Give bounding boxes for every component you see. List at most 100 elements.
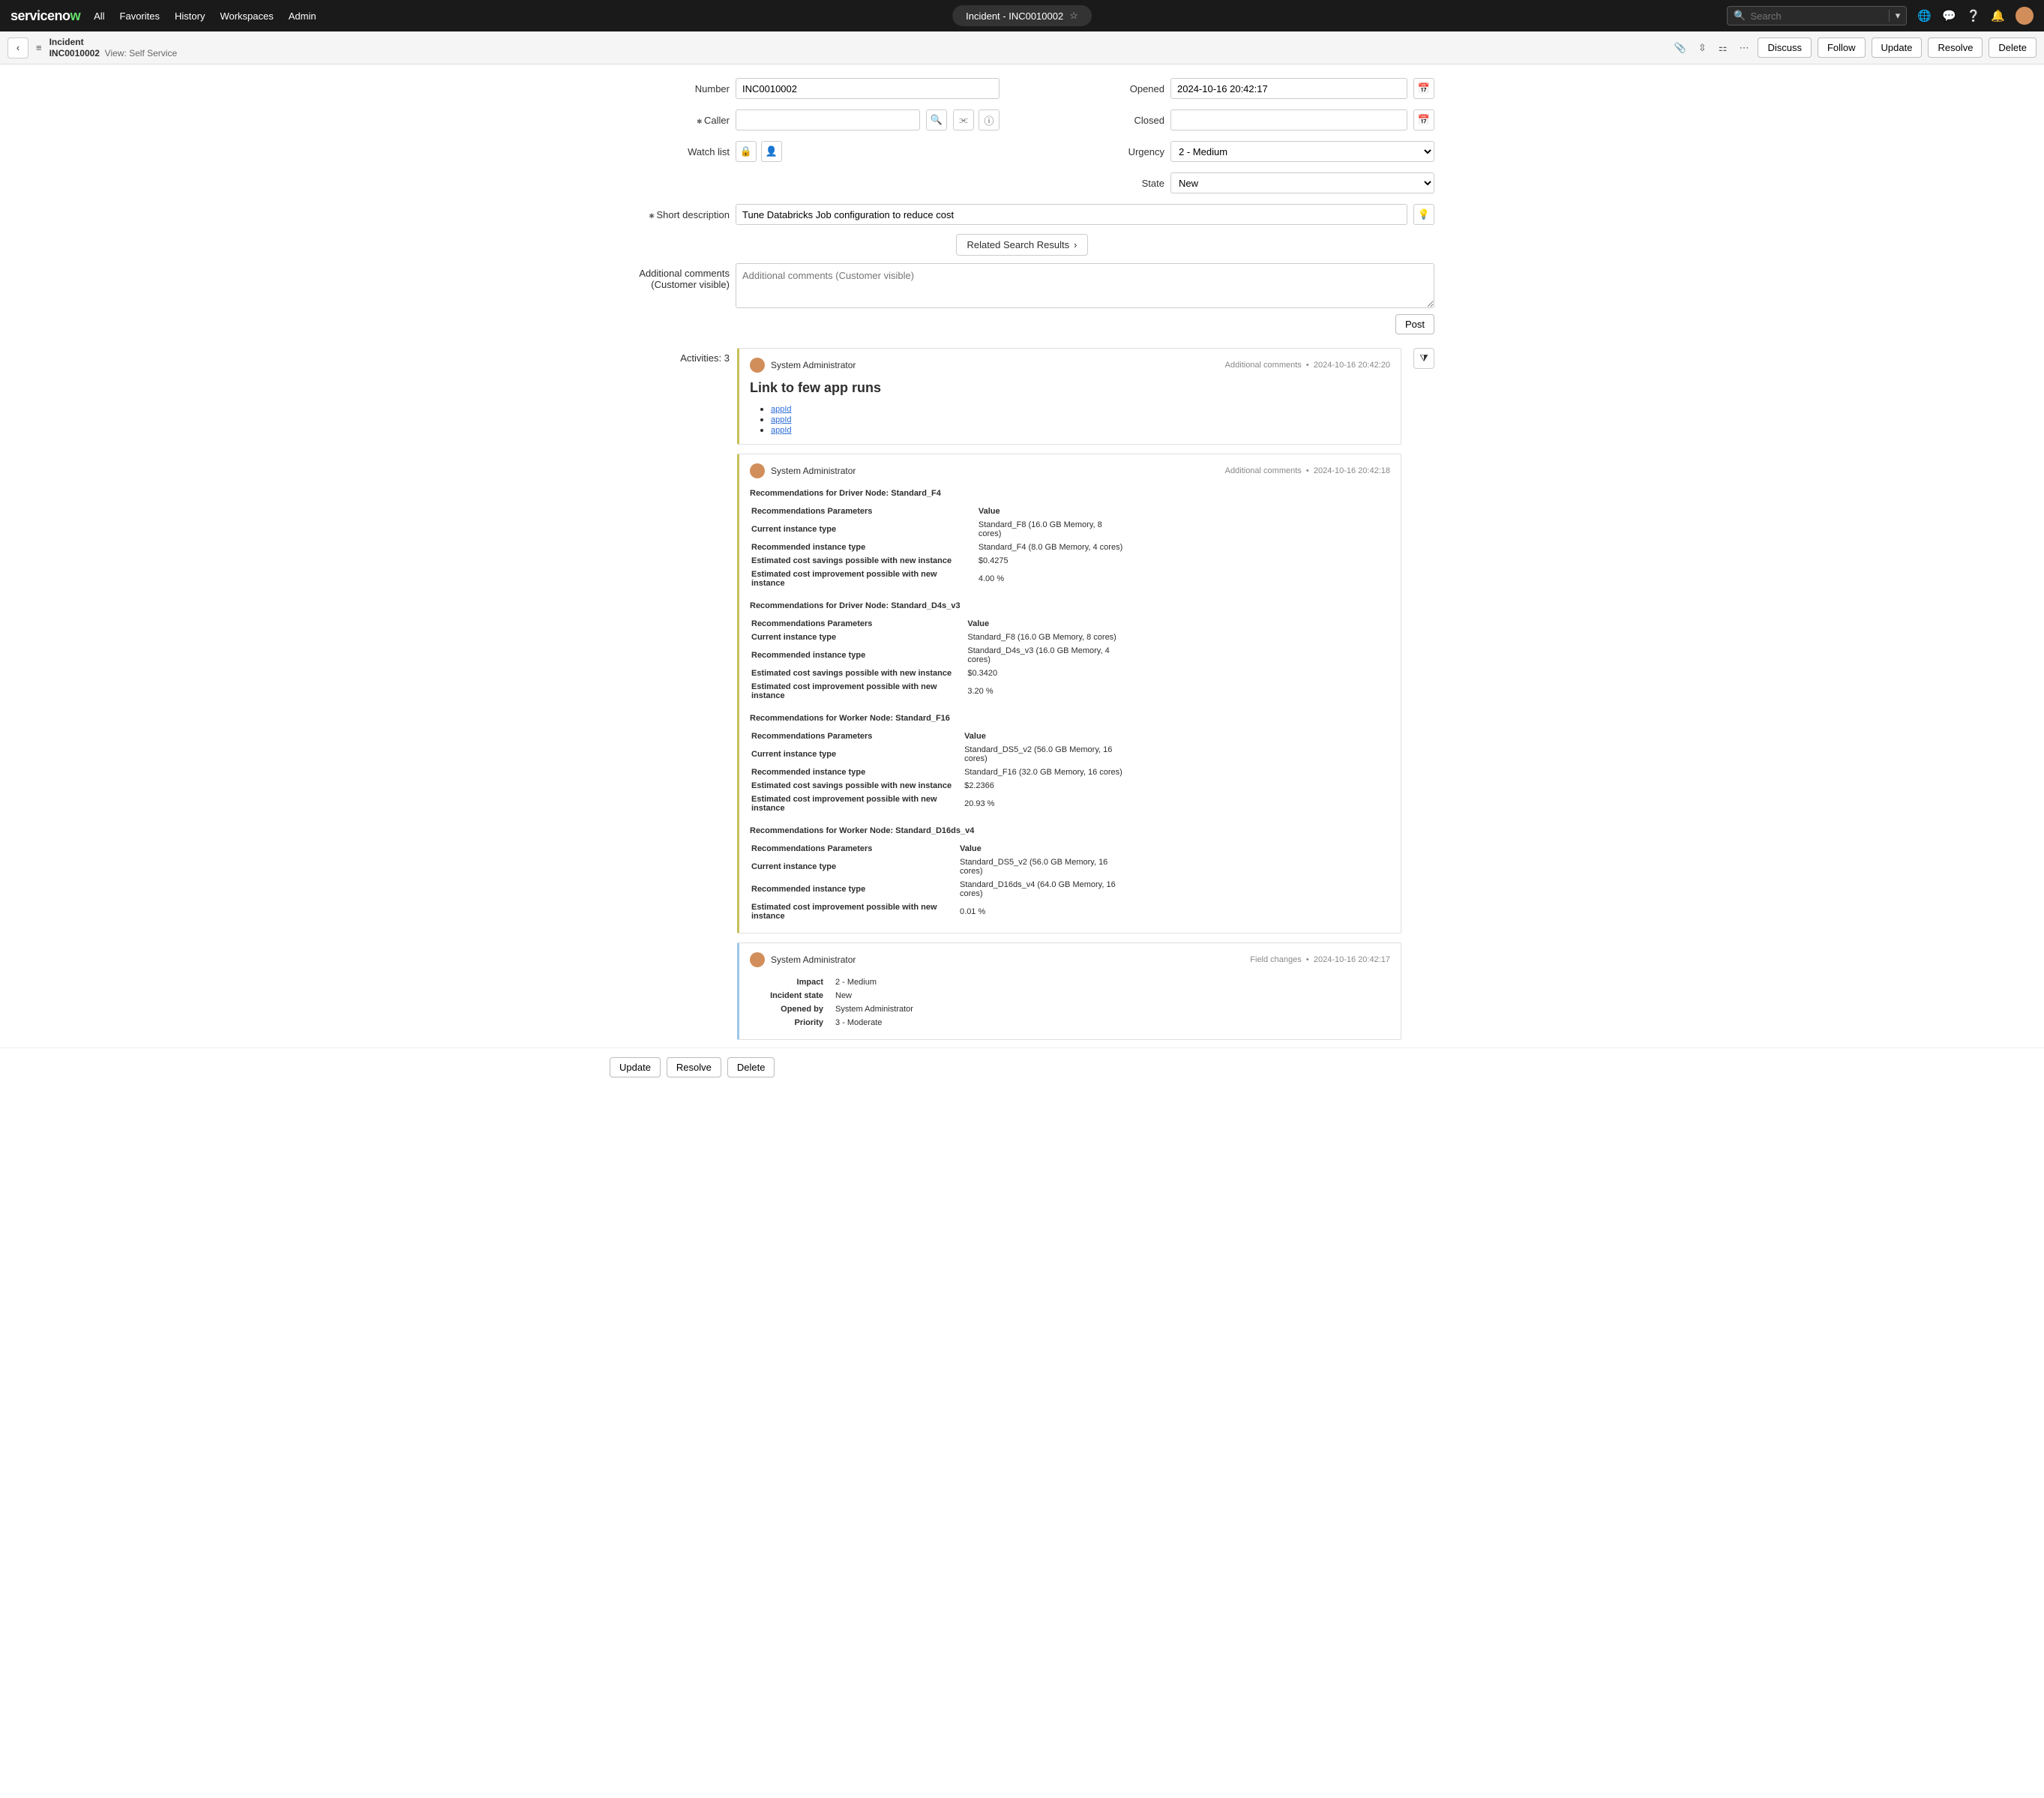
opened-row: Opened 📅 bbox=[1044, 78, 1434, 99]
urgency-label: Urgency bbox=[1044, 146, 1164, 157]
suggestion-icon[interactable]: 💡 bbox=[1413, 204, 1434, 225]
activity-heading: Link to few app runs bbox=[750, 380, 1390, 396]
search-input[interactable] bbox=[1750, 10, 1882, 22]
recommendation-title: Recommendations for Worker Node: Standar… bbox=[750, 826, 1390, 835]
nav-admin[interactable]: Admin bbox=[289, 10, 316, 22]
closed-label: Closed bbox=[1044, 115, 1164, 126]
activity-user: System Administrator bbox=[771, 466, 856, 476]
app-link[interactable]: appId bbox=[771, 415, 792, 424]
chevron-right-icon: › bbox=[1074, 239, 1077, 250]
global-search[interactable]: 🔍 ▾ bbox=[1727, 6, 1907, 25]
recommendation-table: Recommendations ParametersValueCurrent i… bbox=[750, 841, 1134, 924]
state-select[interactable]: New bbox=[1170, 172, 1434, 193]
closed-field[interactable] bbox=[1170, 109, 1407, 130]
app-link[interactable]: appId bbox=[771, 405, 792, 414]
form-menu-icon[interactable]: ≡ bbox=[36, 42, 42, 53]
bottom-resolve-button[interactable]: Resolve bbox=[667, 1057, 721, 1077]
nav-history[interactable]: History bbox=[175, 10, 205, 22]
delete-button[interactable]: Delete bbox=[1989, 37, 2037, 58]
caller-row: Caller 🔍 ⫘ ⓘ bbox=[610, 109, 1000, 130]
nav-workspaces[interactable]: Workspaces bbox=[220, 10, 273, 22]
recommendation-title: Recommendations for Driver Node: Standar… bbox=[750, 489, 1390, 498]
field-changes-table: Impact2 - MediumIncident stateNewOpened … bbox=[750, 975, 915, 1030]
calendar-icon[interactable]: 📅 bbox=[1413, 109, 1434, 130]
user-avatar[interactable] bbox=[2016, 7, 2034, 25]
activity-card: System Administrator Additional comments… bbox=[737, 454, 1401, 933]
add-me-icon[interactable]: 👤 bbox=[761, 141, 782, 162]
search-dropdown[interactable]: ▾ bbox=[1889, 10, 1901, 22]
back-button[interactable]: ‹ bbox=[7, 37, 28, 58]
unlock-icon[interactable]: 🔒 bbox=[736, 141, 757, 162]
lookup-icon[interactable]: 🔍 bbox=[926, 109, 947, 130]
recommendation-table: Recommendations ParametersValueCurrent i… bbox=[750, 616, 1134, 703]
post-button[interactable]: Post bbox=[1395, 314, 1434, 334]
state-label: State bbox=[1044, 178, 1164, 189]
globe-icon[interactable]: 🌐 bbox=[1917, 9, 1932, 22]
number-row: Number bbox=[610, 78, 1000, 99]
info-icon[interactable]: ⓘ bbox=[979, 109, 1000, 130]
notifications-icon[interactable]: 🔔 bbox=[1991, 9, 2005, 22]
update-button[interactable]: Update bbox=[1872, 37, 1923, 58]
bottom-delete-button[interactable]: Delete bbox=[727, 1057, 775, 1077]
bottom-update-button[interactable]: Update bbox=[610, 1057, 661, 1077]
number-field[interactable] bbox=[736, 78, 1000, 99]
caller-field[interactable] bbox=[736, 109, 920, 130]
discuss-button[interactable]: Discuss bbox=[1758, 37, 1812, 58]
activity-meta: Additional comments • 2024-10-16 20:42:2… bbox=[1225, 361, 1390, 370]
activities-label: Activities: 3 bbox=[610, 348, 730, 1040]
personalize-icon[interactable]: ⚏ bbox=[1716, 39, 1731, 57]
number-label: Number bbox=[610, 83, 730, 94]
form-title: Incident INC0010002 View: Self Service bbox=[49, 37, 178, 58]
help-icon[interactable]: ❔ bbox=[1967, 9, 1981, 22]
nav-favorites[interactable]: Favorites bbox=[120, 10, 160, 22]
follow-button[interactable]: Follow bbox=[1818, 37, 1866, 58]
urgency-row: Urgency 2 - Medium bbox=[1044, 141, 1434, 162]
form-header: ‹ ≡ Incident INC0010002 View: Self Servi… bbox=[0, 31, 2044, 64]
short-description-field[interactable] bbox=[736, 204, 1407, 225]
more-actions-icon[interactable]: ⋯ bbox=[1736, 39, 1752, 57]
watchlist-label: Watch list bbox=[610, 146, 730, 157]
activity-toggle-icon[interactable]: ⇳ bbox=[1695, 39, 1710, 57]
recommendation-table: Recommendations ParametersValueCurrent i… bbox=[750, 729, 1134, 816]
logo[interactable]: servicenow bbox=[10, 8, 80, 24]
activity-filter-icon[interactable]: ⧩ bbox=[1413, 348, 1434, 369]
nav-all[interactable]: All bbox=[94, 10, 104, 22]
avatar bbox=[750, 358, 765, 373]
related-list-icon[interactable]: ⫘ bbox=[953, 109, 974, 130]
additional-comments-label: Additional comments (Customer visible) bbox=[610, 263, 730, 308]
activity-user: System Administrator bbox=[771, 360, 856, 370]
avatar bbox=[750, 463, 765, 478]
short-description-row: Short description 💡 bbox=[610, 204, 1434, 225]
recommendation-title: Recommendations for Worker Node: Standar… bbox=[750, 714, 1390, 723]
activity-user: System Administrator bbox=[771, 954, 856, 965]
recommendation-title: Recommendations for Driver Node: Standar… bbox=[750, 601, 1390, 610]
additional-comments-field[interactable] bbox=[736, 263, 1434, 308]
avatar bbox=[750, 952, 765, 967]
closed-row: Closed 📅 bbox=[1044, 109, 1434, 130]
caller-label: Caller bbox=[610, 115, 730, 126]
active-tab[interactable]: Incident - INC0010002 ☆ bbox=[952, 5, 1092, 26]
activity-meta: Additional comments • 2024-10-16 20:42:1… bbox=[1225, 466, 1390, 475]
activity-meta: Field changes • 2024-10-16 20:42:17 bbox=[1250, 955, 1390, 964]
app-link[interactable]: appId bbox=[771, 426, 792, 435]
search-icon: 🔍 bbox=[1734, 10, 1746, 22]
calendar-icon[interactable]: 📅 bbox=[1413, 78, 1434, 99]
tab-label: Incident - INC0010002 bbox=[966, 10, 1063, 22]
resolve-button[interactable]: Resolve bbox=[1928, 37, 1983, 58]
watchlist-row: Watch list 🔒 👤 bbox=[610, 141, 1000, 162]
state-row: State New bbox=[1044, 172, 1434, 193]
activity-card: System Administrator Additional comments… bbox=[737, 348, 1401, 445]
activity-card: System Administrator Field changes • 202… bbox=[737, 942, 1401, 1040]
opened-field[interactable] bbox=[1170, 78, 1407, 99]
chat-icon[interactable]: 💬 bbox=[1942, 9, 1956, 22]
urgency-select[interactable]: 2 - Medium bbox=[1170, 141, 1434, 162]
opened-label: Opened bbox=[1044, 83, 1164, 94]
attachment-icon[interactable]: 📎 bbox=[1671, 39, 1689, 57]
recommendation-table: Recommendations ParametersValueCurrent i… bbox=[750, 504, 1134, 591]
topbar: servicenow All Favorites History Workspa… bbox=[0, 0, 2044, 31]
related-search-results-button[interactable]: Related Search Results › bbox=[956, 234, 1089, 256]
bottom-actions: Update Resolve Delete bbox=[0, 1047, 2044, 1086]
star-icon[interactable]: ☆ bbox=[1069, 10, 1078, 22]
topnav: All Favorites History Workspaces Admin bbox=[94, 10, 316, 22]
short-description-label: Short description bbox=[610, 209, 730, 220]
